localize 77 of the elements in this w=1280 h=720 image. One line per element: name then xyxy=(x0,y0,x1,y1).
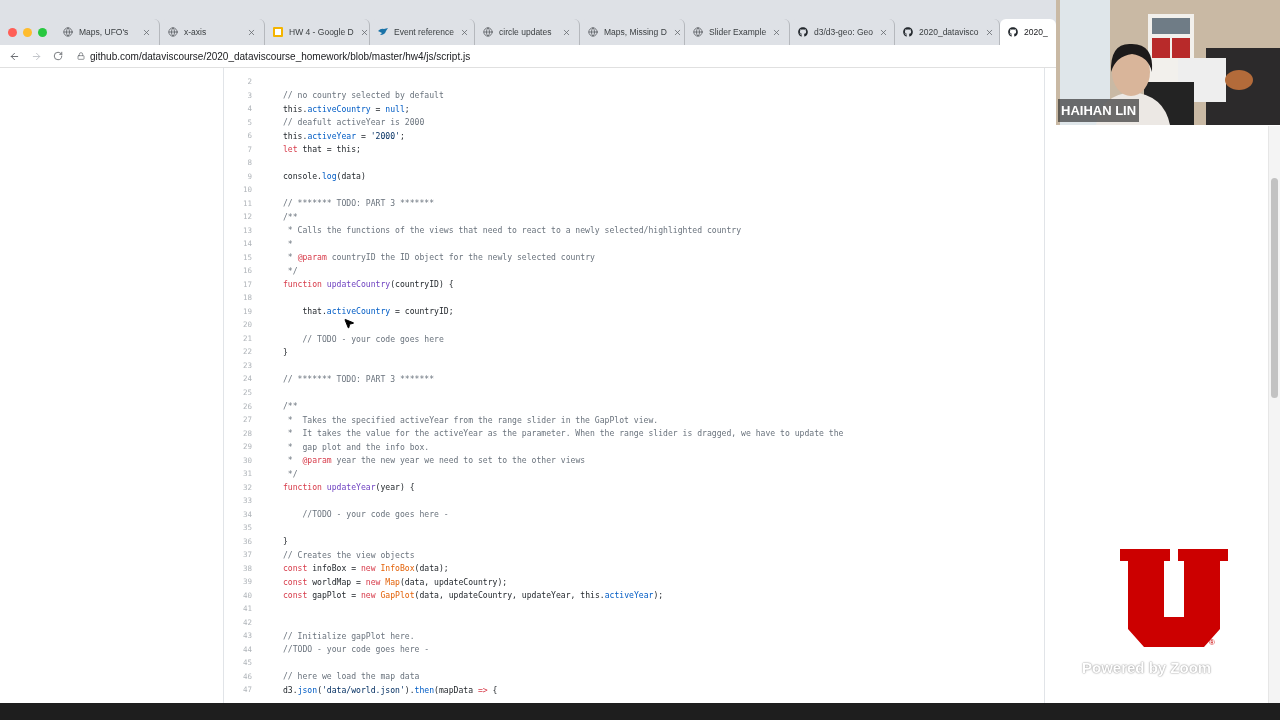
scrollbar-thumb[interactable] xyxy=(1271,178,1278,398)
globe-icon xyxy=(63,27,73,37)
github-icon xyxy=(1008,27,1018,37)
code-line: // ******* TODO: PART 3 ******* xyxy=(283,375,435,384)
document-icon xyxy=(273,27,283,37)
code-line: function updateYear(year) { xyxy=(283,483,415,492)
code-line: //TODO - your code goes here - xyxy=(283,645,430,654)
code-line: /** xyxy=(283,402,298,411)
tab-title: Event reference xyxy=(394,25,454,39)
code-line: // deafult activeYear is 2000 xyxy=(283,118,425,127)
code-line: d3.json('data/world.json').then(mapData => { xyxy=(283,685,498,694)
tab-title: Maps, Missing D xyxy=(604,25,667,39)
zoom-window-control[interactable] xyxy=(38,27,47,37)
code-line: } xyxy=(283,348,288,357)
close-icon[interactable] xyxy=(247,27,256,37)
tab-title: 2020_ xyxy=(1024,25,1048,39)
code-line: */ xyxy=(286,469,298,478)
code-line: } xyxy=(283,537,288,546)
tab-title: d3/d3-geo: Geo xyxy=(814,25,874,39)
globe-icon xyxy=(693,27,703,37)
code-line: // no country selected by default xyxy=(283,91,444,100)
tab-title: circle updates xyxy=(499,25,553,39)
code-line: * @param countryID the ID object for the newly selected country xyxy=(286,253,595,262)
close-window-control[interactable] xyxy=(8,27,17,37)
code-line: let that = this; xyxy=(283,145,361,154)
code-line: * xyxy=(286,239,293,248)
close-icon[interactable] xyxy=(772,27,782,37)
code-line: function updateCountry(countryID) { xyxy=(283,280,454,289)
close-icon[interactable] xyxy=(460,27,469,37)
code-line: this.activeYear = '2000'; xyxy=(283,131,405,140)
close-icon[interactable] xyxy=(672,27,682,37)
code-line: */ xyxy=(286,266,298,275)
scrollbar[interactable] xyxy=(1268,126,1280,703)
code-line: // TODO - your code goes here xyxy=(301,334,444,343)
close-icon[interactable] xyxy=(984,27,994,37)
url-text: github.com/dataviscourse/2020_dataviscourse_homework/blob/master/hw4/js/script.js xyxy=(90,49,471,64)
close-icon[interactable] xyxy=(562,27,571,37)
code-line: const infoBox = new InfoBox(data); xyxy=(283,564,449,573)
back-icon[interactable] xyxy=(9,50,20,62)
github-icon xyxy=(798,27,808,37)
mouse-cursor-icon xyxy=(343,317,355,330)
code-line: // Initialize gapPlot here. xyxy=(283,631,415,640)
code-line: this.activeCountry = null; xyxy=(283,104,410,113)
code-line: const worldMap = new Map(data, updateCountry); xyxy=(283,577,508,586)
code-line: * @param year the new year we need to set to the other views xyxy=(286,456,586,465)
tab-title: 2020_datavisco xyxy=(919,25,979,39)
code-line: * Calls the functions of the views that need to react to a newly selected/highlighted country xyxy=(286,226,742,235)
close-icon[interactable] xyxy=(142,27,151,37)
browser-tab[interactable]: 2020_ xyxy=(1000,19,1056,45)
globe-icon xyxy=(588,27,598,37)
forward-icon[interactable] xyxy=(31,50,42,62)
globe-icon xyxy=(483,27,493,37)
globe-icon xyxy=(168,27,178,37)
close-icon[interactable] xyxy=(879,27,889,37)
github-icon xyxy=(903,27,913,37)
close-icon[interactable] xyxy=(359,27,369,37)
code-line: console.log(data) xyxy=(283,172,366,181)
address-bar[interactable]: github.com/dataviscourse/2020_dataviscourse_homework/blob/master/hw4/js/script.js xyxy=(77,46,479,66)
code-line: * It takes the value for the activeYear as the parameter. When the range slider is dragged, we have to update the xyxy=(286,429,844,438)
lock-icon xyxy=(77,52,85,60)
tab-title: Slider Example xyxy=(709,25,767,39)
code-line: * gap plot and the info box. xyxy=(286,442,430,451)
code-line: that.activeCountry = countryID; xyxy=(301,307,454,316)
reload-icon[interactable] xyxy=(53,51,63,61)
tab-title: x-axis xyxy=(184,25,208,39)
code-line: // here we load the map data xyxy=(283,672,420,681)
code-line: // Creates the view objects xyxy=(283,550,415,559)
code-line: /** xyxy=(283,212,298,221)
name-label: HAIHAN LIN xyxy=(1058,98,1140,122)
tab-title: Maps, UFO's xyxy=(79,25,130,39)
tab-title: HW 4 - Google D xyxy=(289,25,354,39)
bird-icon xyxy=(378,27,388,37)
code-line: const gapPlot = new GapPlot(data, updateCountry, updateYear, this.activeYear); xyxy=(283,591,664,600)
code-line: //TODO - your code goes here - xyxy=(301,510,449,519)
registered-mark: ® xyxy=(1209,639,1215,647)
code-line: * Takes the specified activeYear from the range slider in the GapPlot view. xyxy=(286,415,659,424)
code-line: // ******* TODO: PART 3 ******* xyxy=(283,199,435,208)
